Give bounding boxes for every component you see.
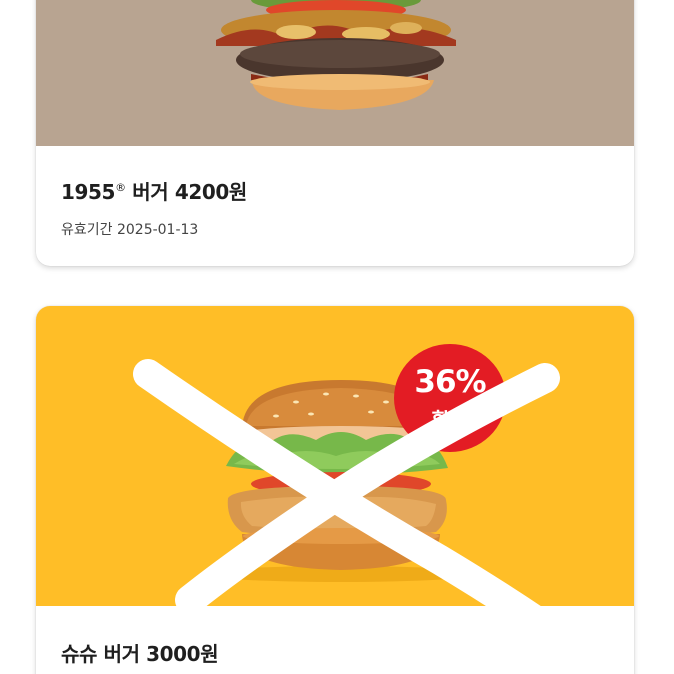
burger-1955-illustration: [216, 0, 456, 110]
burger-shushu-illustration: [201, 380, 481, 582]
coupon-image-shushu-burger: 36% 할인: [36, 306, 634, 606]
coupon-title: 슈슈 버거 3000원: [61, 642, 219, 666]
discount-percent: 36%: [414, 364, 486, 400]
discount-label: 할인: [431, 408, 469, 432]
registered-mark: ®: [115, 181, 126, 194]
coupon-title: 1955® 버거 4200원: [61, 176, 247, 205]
coupon-title-rest: 버거 4200원: [125, 180, 247, 204]
discount-badge: 36% 할인: [394, 344, 506, 452]
coupon-card-1955-burger[interactable]: 1955® 버거 4200원 유효기간 2025-01-13: [36, 0, 634, 266]
coupon-image-1955-burger: [36, 0, 634, 146]
coupon-list: 1955® 버거 4200원 유효기간 2025-01-13 36% 할인 슈슈…: [0, 0, 674, 674]
coupon-validity: 유효기간 2025-01-13: [61, 222, 199, 238]
coupon-title-number: 1955: [61, 180, 116, 204]
coupon-card-shushu-burger[interactable]: 36% 할인 슈슈 버거 3000원: [36, 306, 634, 674]
